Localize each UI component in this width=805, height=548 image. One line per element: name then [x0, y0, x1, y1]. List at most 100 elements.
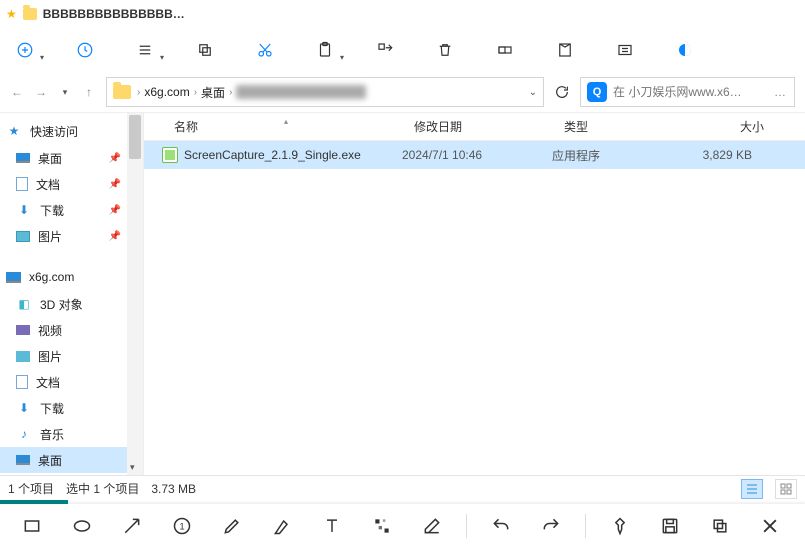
sidebar-item-3d[interactable]: ◧3D 对象: [0, 291, 143, 317]
tool-ellipse-button[interactable]: [62, 508, 102, 544]
pin-icon: 📌: [109, 205, 121, 216]
sidebar-item-label: 图片: [38, 228, 62, 245]
sidebar-item-music[interactable]: ♪ 音乐: [0, 421, 143, 447]
details-view-button[interactable]: [741, 479, 763, 499]
sidebar-item-local-disk-c[interactable]: 本地磁盘 (C:): [0, 473, 143, 475]
chevron-down-icon[interactable]: ⌄: [529, 87, 537, 98]
music-icon: ♪: [16, 427, 32, 441]
tool-text-button[interactable]: [312, 508, 352, 544]
column-date[interactable]: 修改日期: [406, 118, 556, 135]
sidebar-item-label: 文档: [36, 176, 60, 193]
window-title: BBBBBBBBBBBBBBB…: [43, 7, 185, 21]
forward-button[interactable]: →: [34, 81, 48, 103]
scroll-thumb[interactable]: [129, 115, 141, 159]
favorites-star-icon: ★: [6, 7, 17, 21]
sidebar-item-label: 桌面: [38, 150, 62, 167]
pin-button[interactable]: [600, 508, 640, 544]
breadcrumb-item[interactable]: 桌面: [201, 84, 225, 101]
sidebar-item-documents2[interactable]: 文档: [0, 369, 143, 395]
file-date-cell: 2024/7/1 10:46: [394, 148, 544, 162]
download-icon: ⬇: [16, 203, 32, 217]
status-count: 1 个项目: [8, 480, 54, 497]
tool-rectangle-button[interactable]: [12, 508, 52, 544]
sidebar-item-label: 快速访问: [30, 123, 78, 140]
tool-mosaic-button[interactable]: [362, 508, 402, 544]
file-size-cell: 3,829 KB: [676, 148, 760, 162]
large-icons-view-button[interactable]: [775, 479, 797, 499]
sidebar-item-label: 3D 对象: [40, 296, 83, 313]
back-button[interactable]: ←: [10, 81, 24, 103]
search-more-icon[interactable]: …: [774, 85, 788, 99]
sidebar-item-desktop[interactable]: 桌面 📌: [0, 145, 143, 171]
chevron-down-icon: ▾: [40, 53, 44, 62]
refresh-button[interactable]: [554, 81, 570, 103]
column-size[interactable]: 大小: [688, 118, 772, 135]
pin-icon: 📌: [109, 153, 121, 164]
sidebar-item-videos[interactable]: 视频: [0, 317, 143, 343]
search-input[interactable]: [613, 85, 768, 99]
sidebar-item-label: 视频: [38, 322, 62, 339]
search-provider-icon: Q: [587, 82, 607, 102]
history-button[interactable]: [68, 33, 102, 67]
tool-eraser-button[interactable]: [412, 508, 452, 544]
picture-icon: [16, 351, 30, 362]
new-button[interactable]: ▾: [8, 33, 42, 67]
column-name[interactable]: ▴名称: [166, 118, 406, 135]
close-button[interactable]: [750, 508, 790, 544]
desktop-icon: [16, 153, 30, 163]
toolbar-separator: [466, 514, 467, 538]
sidebar-quick-access[interactable]: ★ 快速访问: [0, 117, 143, 145]
folder-icon: [113, 85, 131, 99]
properties-button[interactable]: [548, 33, 582, 67]
picture-icon: [16, 231, 30, 242]
chevron-down-icon: ▾: [340, 53, 344, 62]
move-to-button[interactable]: [368, 33, 402, 67]
download-icon: ⬇: [16, 401, 32, 415]
paste-button[interactable]: ▾: [308, 33, 342, 67]
tool-arrow-button[interactable]: [112, 508, 152, 544]
up-button[interactable]: ↑: [82, 81, 96, 103]
main-area: ★ 快速访问 桌面📌 文档📌 ⬇下载📌 图片📌 x6g.com ◧3D 对象 视…: [0, 112, 805, 475]
screenshot-toolbar: 1: [0, 504, 805, 548]
sidebar-item-pictures[interactable]: 图片 📌: [0, 223, 143, 249]
sidebar-item-downloads2[interactable]: ⬇下载: [0, 395, 143, 421]
file-name: ScreenCapture_2.1.9_Single.exe: [184, 148, 361, 162]
tool-number-button[interactable]: 1: [162, 508, 202, 544]
recent-locations-button[interactable]: ▾: [58, 81, 72, 103]
copy-button[interactable]: [188, 33, 222, 67]
delete-button[interactable]: [428, 33, 462, 67]
sidebar-item-desktop2[interactable]: 桌面: [0, 447, 143, 473]
sidebar-item-pictures2[interactable]: 图片: [0, 343, 143, 369]
pin-icon: 📌: [109, 231, 121, 242]
cut-button[interactable]: [248, 33, 282, 67]
sidebar-item-label: 音乐: [40, 426, 64, 443]
status-size: 3.73 MB: [151, 482, 196, 496]
column-type[interactable]: 类型: [556, 118, 688, 135]
computer-icon: [6, 272, 21, 283]
theme-button[interactable]: [668, 33, 702, 67]
breadcrumb-item[interactable]: x6g.com: [144, 85, 189, 99]
tool-pen-button[interactable]: [212, 508, 252, 544]
file-list: ▴名称 修改日期 类型 大小 ScreenCapture_2.1.9_Singl…: [144, 113, 805, 475]
scroll-down-icon[interactable]: ▾: [130, 462, 135, 473]
tool-highlighter-button[interactable]: [262, 508, 302, 544]
sidebar-item-documents[interactable]: 文档 📌: [0, 171, 143, 197]
column-label: 类型: [564, 118, 588, 135]
copy-image-button[interactable]: [700, 508, 740, 544]
sidebar-item-downloads[interactable]: ⬇下载📌: [0, 197, 143, 223]
view-list-button[interactable]: ▾: [128, 33, 162, 67]
select-button[interactable]: [608, 33, 642, 67]
save-button[interactable]: [650, 508, 690, 544]
file-row[interactable]: ScreenCapture_2.1.9_Single.exe 2024/7/1 …: [144, 141, 805, 169]
address-bar[interactable]: › x6g.com › 桌面 › ⌄: [106, 77, 544, 107]
sidebar-this-pc[interactable]: x6g.com: [0, 263, 143, 291]
sidebar-scrollbar[interactable]: ▴ ▾: [127, 113, 143, 475]
chevron-right-icon: ›: [137, 87, 140, 98]
pin-icon: 📌: [109, 179, 121, 190]
chevron-right-icon: ›: [194, 87, 197, 98]
redo-button[interactable]: [531, 508, 571, 544]
column-label: 修改日期: [414, 118, 462, 135]
undo-button[interactable]: [481, 508, 521, 544]
rename-button[interactable]: [488, 33, 522, 67]
search-box[interactable]: Q …: [580, 77, 795, 107]
